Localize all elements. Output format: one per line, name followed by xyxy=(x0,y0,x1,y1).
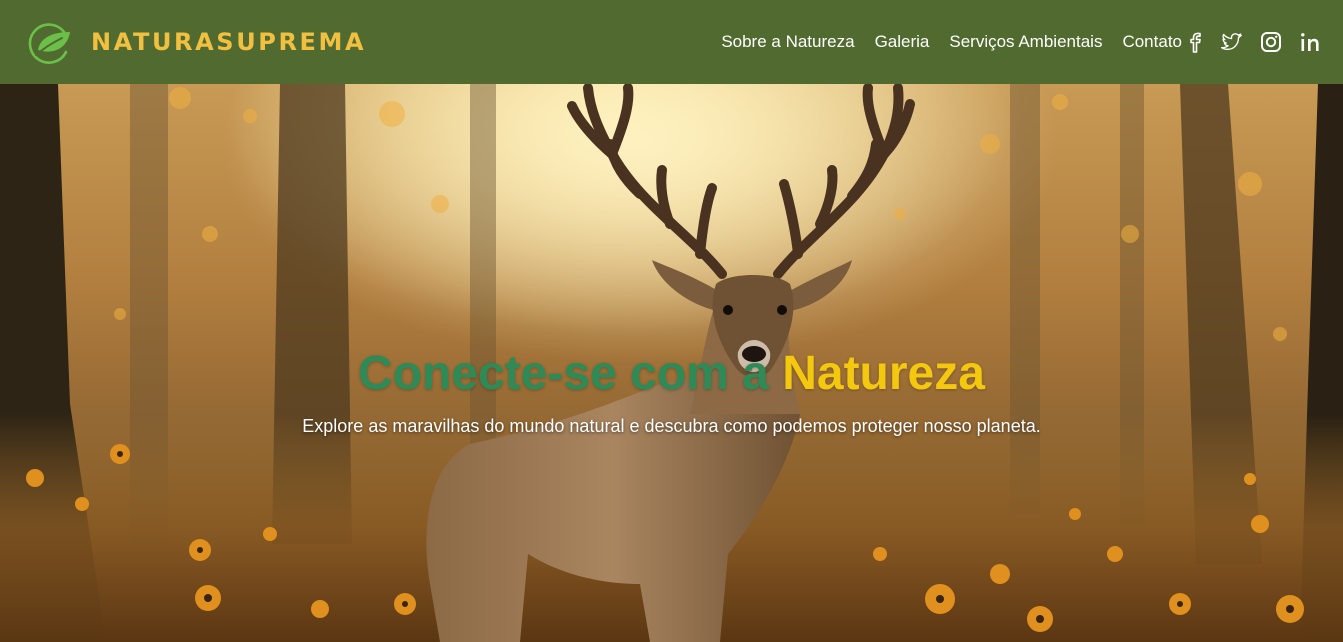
instagram-icon[interactable] xyxy=(1260,31,1282,53)
hero-title-main: Conecte-se com a xyxy=(358,347,783,400)
leaf-circle-icon xyxy=(28,23,70,64)
linkedin-icon[interactable] xyxy=(1299,31,1321,53)
hero-subtitle: Explore as maravilhas do mundo natural e… xyxy=(302,416,1041,436)
brand[interactable]: NATURASUPREMA xyxy=(26,20,366,64)
hero-section: Conecte-se com a Natureza Explore as mar… xyxy=(0,84,1343,642)
nav-link-contato[interactable]: Contato xyxy=(1122,32,1182,52)
navbar: NATURASUPREMA Sobre a Natureza Galeria S… xyxy=(0,0,1343,84)
hero-title: Conecte-se com a Natureza xyxy=(0,346,1343,402)
nav-link-servicos-ambientais[interactable]: Serviços Ambientais xyxy=(949,32,1102,52)
nav-link-galeria[interactable]: Galeria xyxy=(875,32,930,52)
twitter-icon[interactable] xyxy=(1221,32,1243,52)
social-links xyxy=(1184,31,1321,53)
brand-name: NATURASUPREMA xyxy=(91,28,367,56)
hero-title-accent: Natureza xyxy=(782,347,985,400)
nav-link-sobre-a-natureza[interactable]: Sobre a Natureza xyxy=(721,32,854,52)
hero-content: Conecte-se com a Natureza Explore as mar… xyxy=(0,346,1343,437)
facebook-icon[interactable] xyxy=(1184,31,1204,53)
nav-links: Sobre a Natureza Galeria Serviços Ambien… xyxy=(721,32,1182,52)
